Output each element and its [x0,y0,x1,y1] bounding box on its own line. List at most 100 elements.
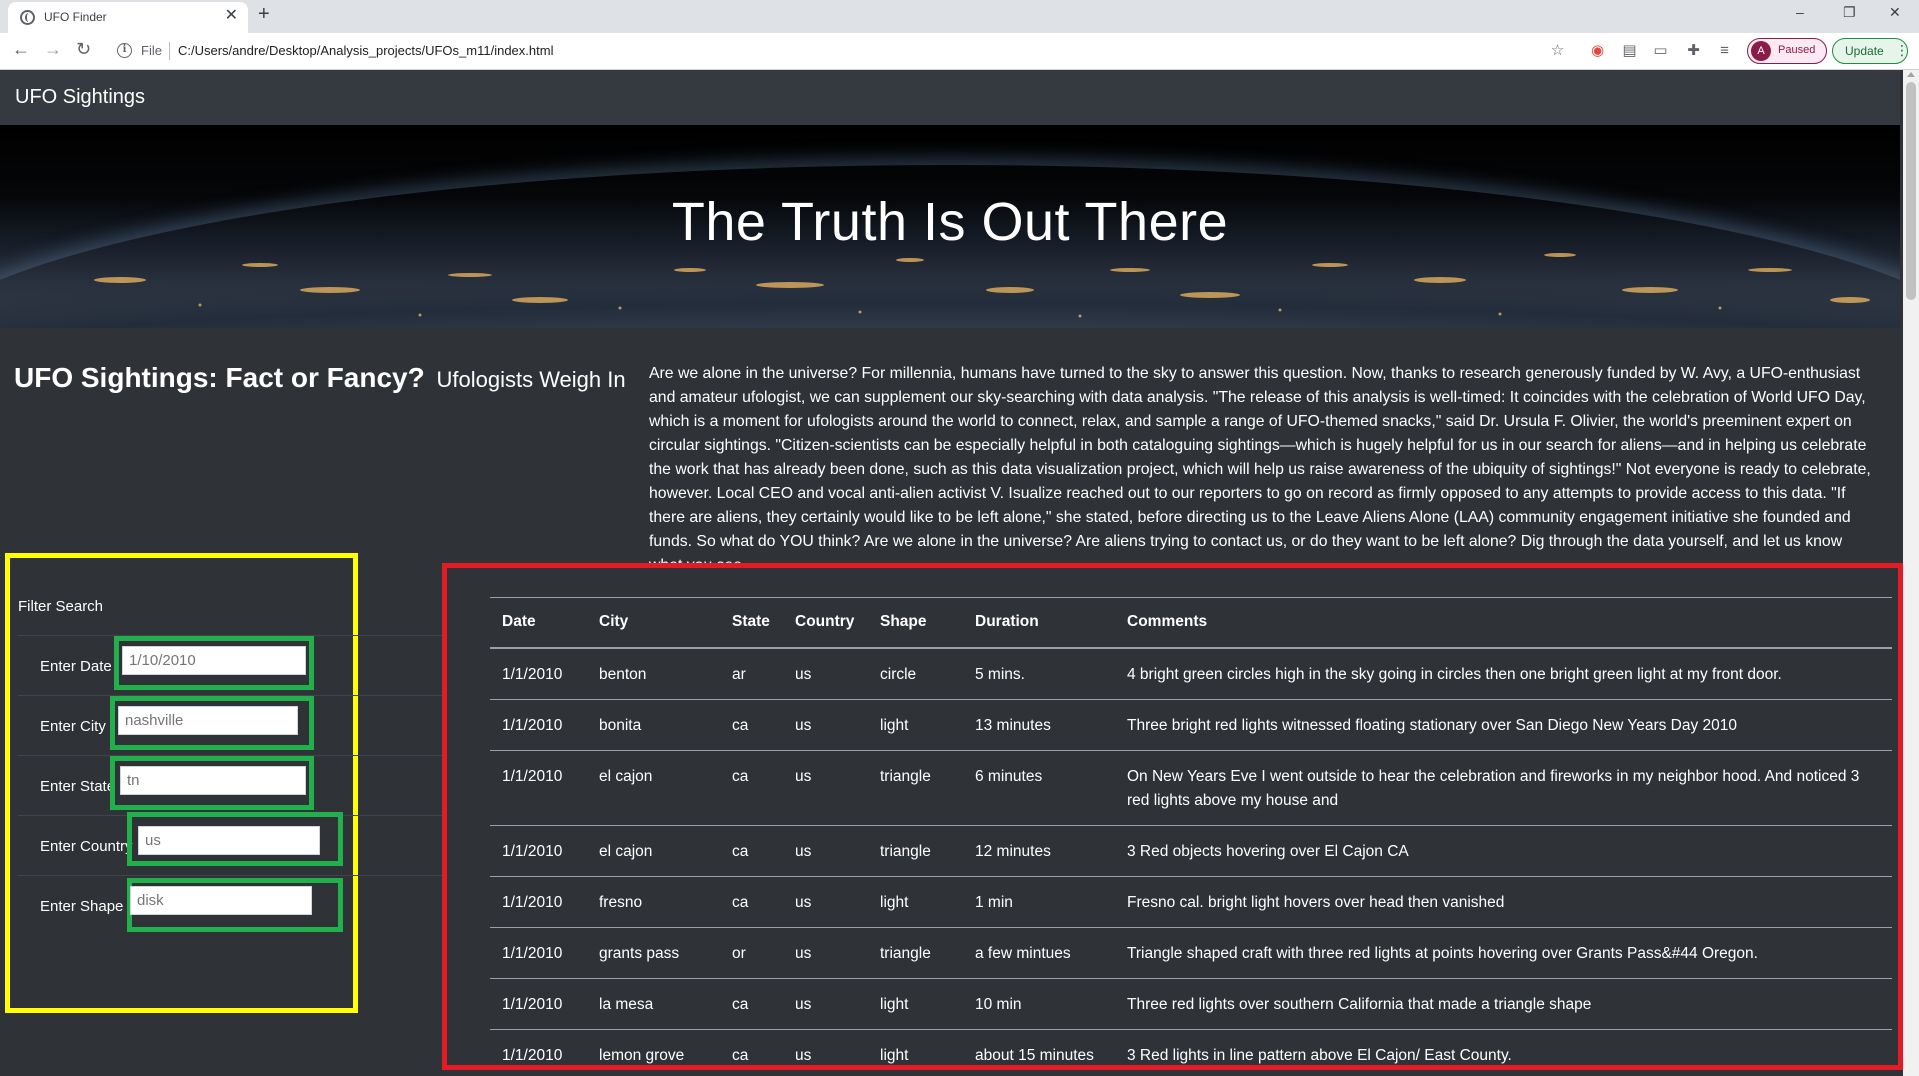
minimize-button[interactable]: – [1796,4,1804,20]
date-input[interactable] [122,646,306,675]
cell-shape: light [868,978,963,1030]
city-label: Enter City [40,718,106,735]
cell-city: grants pass [587,927,720,979]
cell-city: el cajon [587,825,720,877]
cell-shape: light [868,1029,963,1065]
extension-icon[interactable]: ◉ [1589,42,1606,59]
cell-state: ca [720,876,783,928]
table-body: 1/1/2010 benton ar us circle 5 mins. 4 b… [490,647,1892,1065]
navbar-brand[interactable]: UFO Sightings [15,86,145,109]
hero-banner: The Truth Is Out There [0,125,1900,328]
article-heading: UFO Sightings: Fact or Fancy? Ufologists… [14,362,626,394]
results-panel: Date City State Country Shape Duration C… [442,563,1903,1070]
page-scrollbar[interactable] [1903,70,1919,1076]
browser-tab[interactable]: UFO Finder ✕ [8,2,248,33]
filter-row-date: Enter Date [18,635,458,695]
country-label: Enter Country [40,838,133,855]
table-row: 1/1/2010 bonita ca us light 13 minutes T… [490,699,1892,751]
cell-state: ca [720,750,783,826]
close-window-button[interactable]: ✕ [1889,4,1901,21]
cell-shape: triangle [868,927,963,979]
article-subtitle: Ufologists Weigh In [436,367,626,392]
cell-state: ar [720,647,783,700]
url-divider [169,42,170,60]
cell-duration: 13 minutes [963,699,1115,751]
col-shape: Shape [868,597,963,649]
cell-duration: 1 min [963,876,1115,928]
article-body: Are we alone in the universe? For millen… [649,365,1871,568]
scroll-up-icon[interactable] [1907,72,1915,77]
city-input[interactable] [118,706,298,735]
cell-city: la mesa [587,978,720,1030]
cell-shape: circle [868,647,963,700]
tab-title: UFO Finder [44,10,107,24]
shape-input[interactable] [130,886,312,915]
extensions-puzzle-icon[interactable]: ✚ [1685,42,1702,59]
browser-tabstrip: UFO Finder ✕ + – ❐ ✕ [0,0,1919,33]
restore-button[interactable]: ❐ [1843,4,1856,21]
state-label: Enter State [40,778,116,795]
col-country: Country [783,597,868,649]
filter-panel: Filter Search Enter Date Enter City Ente… [5,553,458,1013]
filter-title: Filter Search [18,598,104,615]
cell-country: us [783,1029,868,1065]
article-title: UFO Sightings: Fact or Fancy? [14,362,425,393]
cell-shape: light [868,699,963,751]
cell-comments: 3 Red lights in line pattern above El Ca… [1115,1029,1892,1065]
table-header-row: Date City State Country Shape Duration C… [490,597,1892,649]
browser-toolbar: ← → ↻ i File C:/Users/andre/Desktop/Anal… [0,33,1919,70]
cell-country: us [783,699,868,751]
back-icon[interactable]: ← [12,40,30,58]
cell-shape: light [868,876,963,928]
cast-icon[interactable]: ▭ [1652,42,1669,59]
cell-city: bonita [587,699,720,751]
cell-state: or [720,927,783,979]
cell-date: 1/1/2010 [490,825,587,877]
col-state: State [720,597,783,649]
forward-icon[interactable]: → [44,40,62,58]
cell-duration: a few mintues [963,927,1115,979]
cell-country: us [783,750,868,826]
cell-country: us [783,927,868,979]
cell-state: ca [720,825,783,877]
cell-country: us [783,978,868,1030]
col-duration: Duration [963,597,1115,649]
cell-comments: Triangle shaped craft with three red lig… [1115,927,1892,979]
filter-row-country: Enter Country [18,812,458,875]
state-input[interactable] [120,766,306,795]
filter-row-city: Enter City [18,695,458,755]
close-tab-icon[interactable]: ✕ [225,8,238,24]
table-row: 1/1/2010 el cajon ca us triangle 6 minut… [490,750,1892,826]
cell-date: 1/1/2010 [490,978,587,1030]
filter-row-shape: Enter Shape [18,875,458,935]
page-icon[interactable]: ▤ [1621,42,1638,59]
profile-button[interactable]: A Paused [1747,38,1827,64]
globe-icon [20,10,35,25]
country-input[interactable] [138,826,320,855]
reading-list-icon[interactable]: ≡ [1716,42,1733,59]
cell-date: 1/1/2010 [490,699,587,751]
cell-date: 1/1/2010 [490,647,587,700]
profile-status: Paused [1778,44,1816,56]
cell-city: benton [587,647,720,700]
cell-date: 1/1/2010 [490,927,587,979]
bookmark-star-icon[interactable]: ☆ [1549,42,1566,59]
new-tab-button[interactable]: + [258,4,270,24]
table-row: 1/1/2010 fresno ca us light 1 min Fresno… [490,876,1892,928]
navbar: UFO Sightings [0,70,1900,125]
cell-shape: triangle [868,750,963,826]
cell-city: fresno [587,876,720,928]
table-row: 1/1/2010 el cajon ca us triangle 12 minu… [490,825,1892,877]
address-bar[interactable]: C:/Users/andre/Desktop/Analysis_projects… [178,43,553,58]
update-button[interactable]: Update ⋮ [1832,38,1909,64]
shape-label: Enter Shape [40,898,124,915]
reload-icon[interactable]: ↻ [76,40,91,58]
cell-country: us [783,647,868,700]
cell-city: el cajon [587,750,720,826]
table-row: 1/1/2010 benton ar us circle 5 mins. 4 b… [490,647,1892,700]
scroll-thumb[interactable] [1906,82,1916,300]
cell-comments: 3 Red objects hovering over El Cajon CA [1115,825,1892,877]
menu-dots-icon: ⋮ [1895,42,1909,58]
info-icon[interactable]: i [117,43,132,58]
col-city: City [587,597,720,649]
